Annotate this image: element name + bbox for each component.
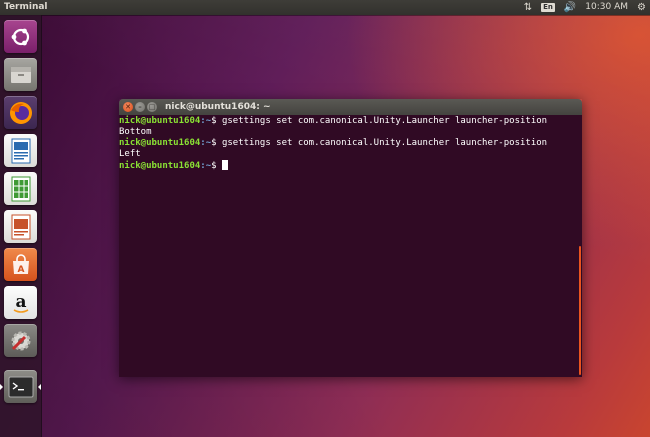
ubuntu-dash-icon[interactable] xyxy=(4,20,37,53)
terminal-output: nick@ubuntu1604:~$ gsettings set com.can… xyxy=(119,115,547,172)
window-titlebar[interactable]: ✕ – □ nick@ubuntu1604: ~ xyxy=(119,99,582,115)
prompt-path: :~ xyxy=(200,161,212,171)
scrollbar[interactable] xyxy=(579,246,581,375)
top-panel: Terminal ⇅ En 🔊 10:30 AM ⚙ xyxy=(0,0,650,15)
close-button[interactable]: ✕ xyxy=(123,102,133,112)
prompt-user: nick@ubuntu1604 xyxy=(119,161,201,171)
libreoffice-calc-icon[interactable] xyxy=(4,172,37,205)
libreoffice-impress-icon[interactable] xyxy=(4,210,37,243)
volume-icon[interactable]: 🔊 xyxy=(564,0,576,15)
prompt-path: :~ xyxy=(200,138,212,148)
prompt-path: :~ xyxy=(200,116,212,126)
command-output: Bottom xyxy=(119,127,152,137)
terminal-body[interactable]: nick@ubuntu1604:~$ gsettings set com.can… xyxy=(119,115,582,377)
prompt-user: nick@ubuntu1604 xyxy=(119,116,201,126)
panel-app-name: Terminal xyxy=(4,2,48,12)
command-text: gsettings set com.canonical.Unity.Launch… xyxy=(221,138,548,148)
firefox-icon[interactable] xyxy=(4,96,37,129)
active-app-indicator xyxy=(0,384,3,390)
maximize-button[interactable]: □ xyxy=(147,102,157,112)
terminal-line: nick@ubuntu1604:~$ gsettings set com.can… xyxy=(119,116,547,127)
terminal-line: nick@ubuntu1604:~$ xyxy=(119,160,547,172)
libreoffice-writer-icon[interactable] xyxy=(4,134,37,167)
prompt-user: nick@ubuntu1604 xyxy=(119,138,201,148)
command-text: gsettings set com.canonical.Unity.Launch… xyxy=(221,116,548,126)
prompt-symbol: $ xyxy=(211,116,222,126)
software-center-icon[interactable]: A xyxy=(4,248,37,281)
files-icon[interactable] xyxy=(4,58,37,91)
launcher: A a xyxy=(0,15,42,437)
window-title: nick@ubuntu1604: ~ xyxy=(165,102,271,112)
panel-indicators: ⇅ En 🔊 10:30 AM ⚙ xyxy=(524,0,646,15)
svg-text:A: A xyxy=(17,265,24,275)
terminal-line: nick@ubuntu1604:~$ gsettings set com.can… xyxy=(119,138,547,149)
system-settings-icon[interactable] xyxy=(4,324,37,357)
amazon-icon[interactable]: a xyxy=(4,286,37,319)
prompt-symbol: $ xyxy=(211,138,222,148)
focused-app-indicator xyxy=(38,384,41,390)
minimize-button[interactable]: – xyxy=(135,102,145,112)
keyboard-indicator[interactable]: En xyxy=(541,3,555,12)
clock[interactable]: 10:30 AM xyxy=(585,0,628,15)
svg-text:a: a xyxy=(15,292,26,312)
command-output: Left xyxy=(119,149,141,159)
text-cursor xyxy=(221,160,228,170)
terminal-line: Left xyxy=(119,149,547,160)
gear-icon[interactable]: ⚙ xyxy=(637,0,646,15)
terminal-icon[interactable] xyxy=(4,370,37,403)
terminal-window[interactable]: ✕ – □ nick@ubuntu1604: ~ nick@ubuntu1604… xyxy=(119,99,582,377)
prompt-symbol: $ xyxy=(211,161,222,171)
terminal-line: Bottom xyxy=(119,127,547,138)
network-icon[interactable]: ⇅ xyxy=(524,0,532,15)
